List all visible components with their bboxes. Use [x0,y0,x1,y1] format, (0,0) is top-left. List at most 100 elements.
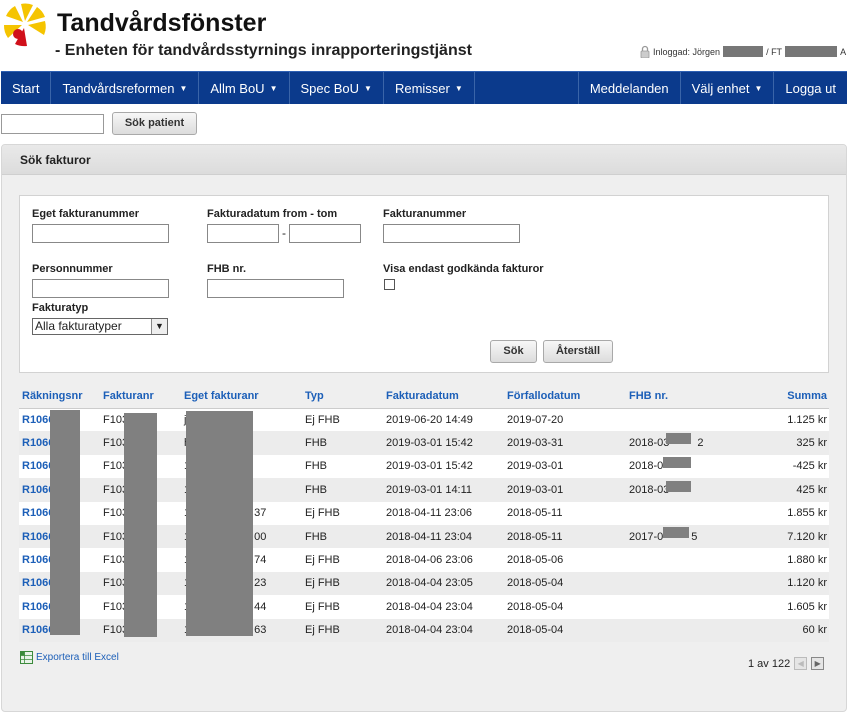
nav-meddelanden[interactable]: Meddelanden [579,72,681,104]
cell-text: 2018-04-04 23:04 [386,600,473,613]
personal-number-input[interactable] [32,279,169,298]
cell-typ: Ej FHB [302,571,383,596]
cell-text: Ej FHB [305,624,340,637]
column-header[interactable]: Summa [727,385,829,409]
cell-text: Ej FHB [305,600,340,613]
nav-label: Logga ut [785,80,836,96]
cell-summa: 7.120 kr [727,524,829,549]
cell-fdat: 2019-03-01 15:42 [383,431,504,455]
nav-start[interactable]: Start [1,72,52,104]
cell-text: 5 [691,530,698,543]
invoice-date-to-input[interactable] [289,224,361,243]
fhb-input[interactable] [207,279,344,298]
app-title: Tandvårdsfönster [57,9,267,37]
column-header[interactable]: Förfallodatum [504,385,626,409]
cell-text: Ej FHB [305,413,340,426]
cell-fhb [626,408,727,432]
cell-text: 2019-03-31 [507,437,564,450]
cell-text: 1.855 kr [787,507,827,520]
reset-button[interactable]: Återställ [543,340,613,363]
nav-tandvardsreformen[interactable]: Tandvårdsreformen ▼ [51,72,200,104]
caret-down-icon: ▼ [179,83,188,93]
column-header[interactable]: Fakturanr [100,385,181,409]
cell-ffd: 2018-05-11 [504,524,626,549]
invoice-date-from-input[interactable] [207,224,279,243]
cell-text: 2 [697,437,704,450]
cell-ffd: 2018-05-04 [504,595,626,619]
cell-summa: 1.125 kr [727,408,829,432]
nav-remisser[interactable]: Remisser ▼ [384,72,475,104]
cell-text: 2018-05-06 [507,554,564,567]
invoice-type-select[interactable]: Alla fakturatyper ▼ [32,318,168,335]
invoice-date-label: Fakturadatum from - tom [207,208,338,220]
cell-fhb [626,595,727,619]
cell-text: 63 [254,624,267,637]
column-header[interactable]: Typ [302,385,383,409]
nav-spec-bou[interactable]: Spec BoU ▼ [290,72,384,104]
search-patient-button[interactable]: Sök patient [112,112,197,135]
cell-text: 2018-04-04 23:04 [386,624,473,637]
cell-text: Ej FHB [305,554,340,567]
search-button[interactable]: Sök [490,340,537,363]
redaction [186,411,253,636]
redaction [723,46,764,57]
cell-text: 2017-0 [629,530,664,543]
nav-label: Välj enhet [691,80,750,96]
prev-page-icon[interactable]: ◀ [794,657,808,670]
redaction [666,433,691,444]
cell-text: 2018-04-04 23:05 [386,577,473,590]
cell-text: 2018-03 [629,483,670,496]
cell-fdat: 2019-03-01 15:42 [383,454,504,479]
invoice-search-panel: Sök fakturor Eget fakturanummer Fakturad… [1,144,847,712]
cell-text: 2019-06-20 14:49 [386,413,473,426]
invoice-type-value: Alla fakturatyper [35,319,122,333]
column-header[interactable]: Fakturadatum [383,385,504,409]
cell-fdat: 2018-04-04 23:04 [383,618,504,642]
lock-icon [640,45,650,58]
invoice-number-input[interactable] [383,224,520,243]
nav-spacer [475,72,579,104]
nav-allm-bou[interactable]: Allm BoU ▼ [199,72,290,104]
export-label: Exportera till Excel [36,652,119,663]
invoice-type-label: Fakturatyp [32,302,89,314]
cell-text: 1.605 kr [787,600,827,613]
cell-text: Ej FHB [305,507,340,520]
fhb-label: FHB nr. [207,263,247,275]
next-page-icon[interactable]: ▶ [811,657,825,670]
cell-fdat: 2018-04-04 23:05 [383,571,504,596]
cell-text: -425 kr [792,460,827,473]
main-nav: Start Tandvårdsreformen ▼ Allm BoU ▼ Spec … [1,71,847,104]
cell-fhb [626,618,727,642]
cell-fdat: 2018-04-06 23:06 [383,548,504,572]
caret-down-icon: ▼ [364,83,372,93]
date-separator: - [282,226,286,240]
cell-typ: Ej FHB [302,501,383,525]
cell-text: 1.125 kr [787,413,827,426]
personal-number-label: Personnummer [32,263,113,275]
cell-text: 2018-0 [629,460,664,473]
caret-down-icon: ▼ [454,83,463,93]
export-excel-link[interactable]: Exportera till Excel [20,651,119,664]
cell-text: FHB [305,460,327,473]
nav-label: Start [12,80,40,96]
cell-text: 44 [254,600,267,613]
column-header[interactable]: FHB nr. [626,385,727,409]
nav-logga-ut[interactable]: Logga ut [774,72,847,104]
cell-ffd: 2018-05-11 [504,501,626,525]
cell-ffd: 2018-05-04 [504,571,626,596]
column-header[interactable]: Eget fakturanr [181,385,302,409]
nav-valj-enhet[interactable]: Välj enhet ▼ [681,72,775,104]
cell-text: 2019-03-01 15:42 [386,437,473,450]
cell-text: Ej FHB [305,577,340,590]
approved-only-checkbox[interactable] [384,279,395,290]
column-header[interactable]: Räkningsnr [19,385,100,409]
own-invoice-input[interactable] [32,224,169,243]
cell-text: 1.880 kr [787,554,827,567]
patient-search-input[interactable] [1,114,104,134]
cell-text: 1.120 kr [787,577,827,590]
redaction [663,457,691,468]
cell-text: 325 kr [796,437,827,450]
cell-ffd: 2019-07-20 [504,408,626,432]
redaction [785,46,838,57]
own-invoice-label: Eget fakturanummer [32,208,139,220]
